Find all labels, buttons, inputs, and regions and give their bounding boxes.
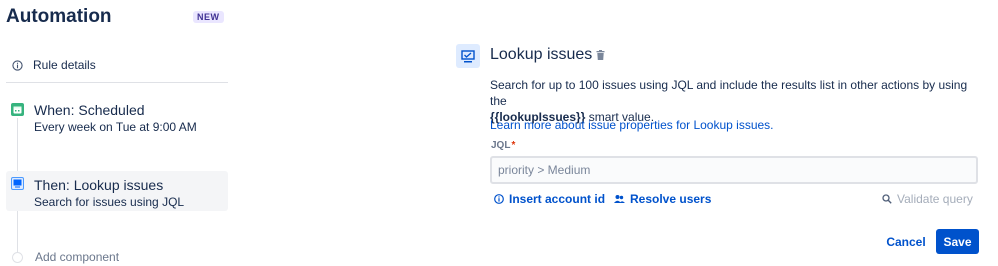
step-subtitle: Search for issues using JQL — [34, 195, 185, 209]
search-icon — [882, 194, 892, 204]
rule-details-label: Rule details — [33, 58, 96, 72]
step-subtitle: Every week on Tue at 9:00 AM — [34, 120, 197, 134]
jql-label-text: JQL — [491, 140, 511, 151]
lookup-monitor-icon — [456, 44, 480, 68]
add-component[interactable]: Add component — [12, 250, 119, 264]
info-icon — [12, 59, 23, 71]
validate-query-button[interactable]: Validate query — [882, 192, 973, 206]
calendar-icon — [11, 103, 24, 116]
step-title: When: Scheduled — [34, 102, 145, 118]
validate-query-label: Validate query — [897, 192, 973, 206]
jql-input[interactable] — [490, 156, 978, 184]
new-badge: NEW — [193, 11, 224, 23]
jql-label: JQL* — [491, 140, 515, 151]
info-icon — [494, 194, 504, 204]
add-component-label: Add component — [35, 250, 120, 264]
resolve-users-label: Resolve users — [630, 192, 712, 206]
save-button[interactable]: Save — [936, 229, 979, 254]
insert-account-id-label: Insert account id — [509, 192, 606, 206]
panel-title: Lookup issues — [490, 46, 593, 63]
app-title: Automation — [6, 6, 112, 27]
trash-icon[interactable] — [596, 50, 605, 60]
rule-details-link[interactable]: Rule details — [12, 56, 96, 74]
monitor-icon — [11, 177, 24, 190]
step-then-lookup-issues[interactable]: Then: Lookup issues Search for issues us… — [6, 171, 228, 211]
description-text: Search for up to 100 issues using JQL an… — [490, 78, 968, 108]
users-icon — [614, 195, 625, 203]
required-mark: * — [511, 140, 516, 151]
step-title: Then: Lookup issues — [34, 177, 164, 193]
add-component-node-icon — [12, 251, 23, 263]
insert-account-id-button[interactable]: Insert account id — [494, 192, 605, 206]
cancel-button[interactable]: Cancel — [880, 230, 932, 254]
learn-more-link[interactable]: Learn more about issue properties for Lo… — [490, 118, 774, 132]
step-when-scheduled[interactable]: When: Scheduled Every week on Tue at 9:0… — [6, 98, 228, 138]
sidebar-divider — [6, 82, 228, 83]
resolve-users-button[interactable]: Resolve users — [614, 192, 711, 206]
